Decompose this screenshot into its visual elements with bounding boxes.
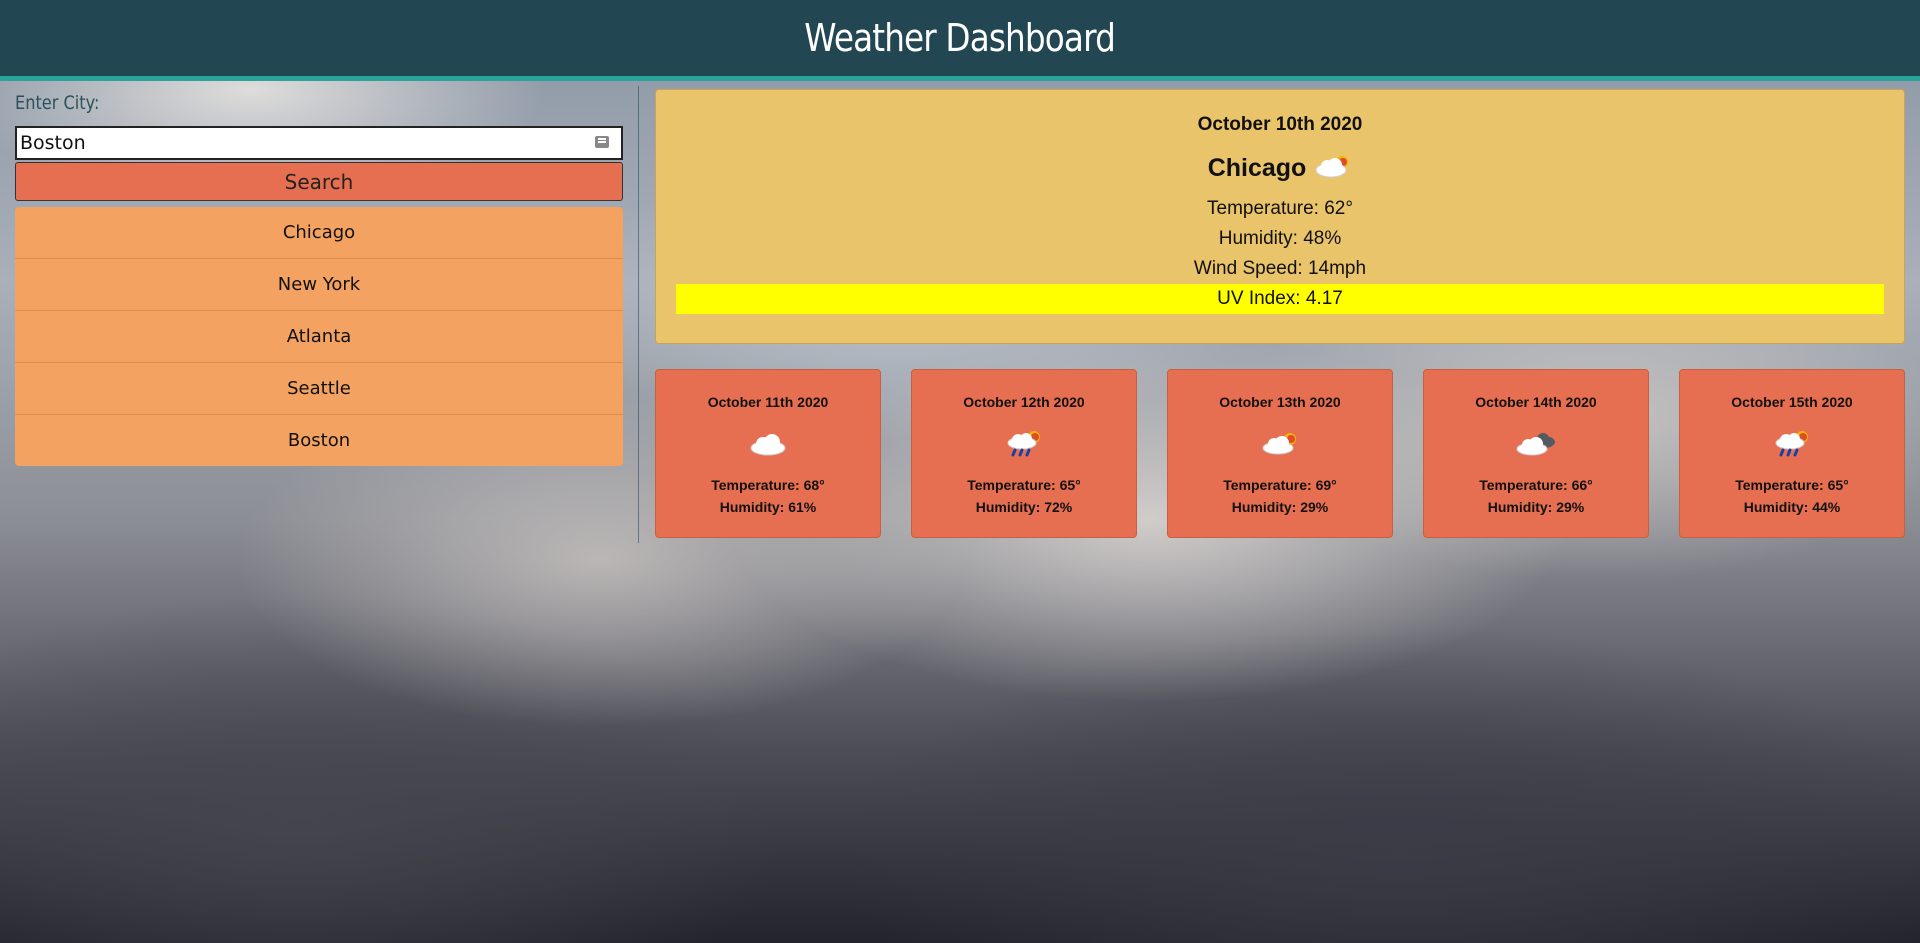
forecast-humidity: Humidity: 29% bbox=[1231, 499, 1329, 515]
forecast-temperature: Temperature: 66° bbox=[1479, 477, 1593, 493]
forecast-card: October 13th 2020 Temperature: 69° Humid… bbox=[1167, 369, 1393, 538]
cloud-sun-icon bbox=[1168, 426, 1392, 462]
forecast-date: October 15th 2020 bbox=[1731, 394, 1853, 410]
search-panel: Enter City: Search Chicago New York Atla… bbox=[15, 92, 623, 466]
forecast-date: October 11th 2020 bbox=[707, 394, 829, 410]
current-city-row: Chicago bbox=[656, 150, 1904, 186]
forecast-date: October 13th 2020 bbox=[1219, 394, 1341, 410]
search-button[interactable]: Search bbox=[15, 162, 623, 201]
forecast-card: October 11th 2020 Temperature: 68° Humid… bbox=[655, 369, 881, 538]
cloud-sun-icon bbox=[1314, 153, 1352, 184]
search-history-list: Chicago New York Atlanta Seattle Boston bbox=[15, 207, 623, 466]
forecast-temperature: Temperature: 68° bbox=[711, 477, 825, 493]
forecast-humidity: Humidity: 72% bbox=[975, 499, 1073, 515]
forecast-card: October 14th 2020 Temperature: 66° Humid… bbox=[1423, 369, 1649, 538]
history-item-chicago[interactable]: Chicago bbox=[15, 207, 623, 259]
app-header: Weather Dashboard bbox=[0, 0, 1920, 81]
current-city-name: Chicago bbox=[1207, 153, 1307, 182]
five-day-forecast: October 11th 2020 Temperature: 68° Humid… bbox=[655, 369, 1905, 538]
broken-clouds-icon bbox=[1424, 426, 1648, 462]
forecast-humidity: Humidity: 29% bbox=[1487, 499, 1585, 515]
current-wind-speed: Wind Speed: 14mph bbox=[1193, 258, 1367, 279]
city-input-label: Enter City: bbox=[15, 92, 100, 114]
keyboard-icon[interactable] bbox=[595, 136, 609, 148]
forecast-card: October 12th 2020 Temperature: 65° Humid… bbox=[911, 369, 1137, 538]
forecast-date: October 12th 2020 bbox=[963, 394, 1085, 410]
page-title: Weather Dashboard bbox=[804, 16, 1117, 60]
history-item-new-york[interactable]: New York bbox=[15, 259, 623, 311]
forecast-temperature: Temperature: 65° bbox=[1735, 477, 1849, 493]
forecast-humidity: Humidity: 44% bbox=[1743, 499, 1841, 515]
column-divider bbox=[638, 86, 639, 543]
forecast-temperature: Temperature: 69° bbox=[1223, 477, 1337, 493]
current-humidity: Humidity: 48% bbox=[1218, 228, 1342, 249]
forecast-humidity: Humidity: 61% bbox=[719, 499, 817, 515]
current-date: October 10th 2020 bbox=[1197, 114, 1363, 135]
forecast-card: October 15th 2020 Temperature: 65° Humid… bbox=[1679, 369, 1905, 538]
current-uv-index: UV Index: 4.17 bbox=[676, 284, 1884, 314]
forecast-date: October 14th 2020 bbox=[1475, 394, 1597, 410]
history-item-boston[interactable]: Boston bbox=[15, 415, 623, 466]
forecast-temperature: Temperature: 65° bbox=[967, 477, 1081, 493]
city-input[interactable] bbox=[17, 128, 621, 158]
current-weather-panel: October 10th 2020 Chicago Temperature: 6… bbox=[655, 89, 1905, 344]
rain-sun-icon bbox=[912, 426, 1136, 462]
rain-sun-icon bbox=[1680, 426, 1904, 462]
current-temperature: Temperature: 62° bbox=[1207, 198, 1353, 219]
history-item-atlanta[interactable]: Atlanta bbox=[15, 311, 623, 363]
cloud-icon bbox=[656, 426, 880, 462]
city-input-container bbox=[15, 126, 623, 160]
history-item-seattle[interactable]: Seattle bbox=[15, 363, 623, 415]
